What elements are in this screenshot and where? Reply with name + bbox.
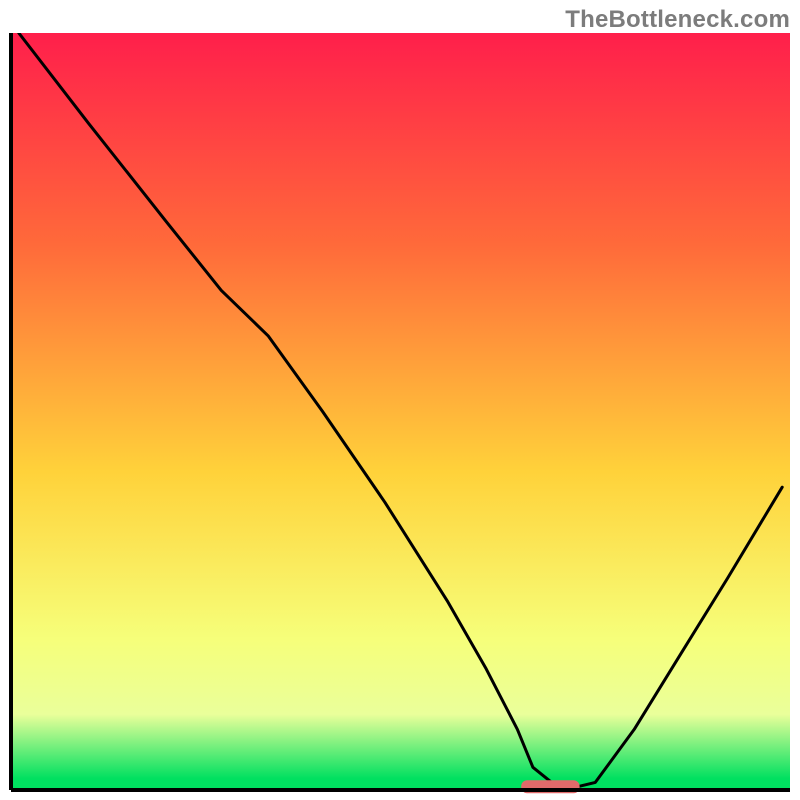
watermark-text: TheBottleneck.com [565, 6, 790, 34]
chart-frame: TheBottleneck.com [0, 0, 800, 800]
bottleneck-chart [0, 0, 800, 800]
gradient-background [11, 33, 790, 790]
